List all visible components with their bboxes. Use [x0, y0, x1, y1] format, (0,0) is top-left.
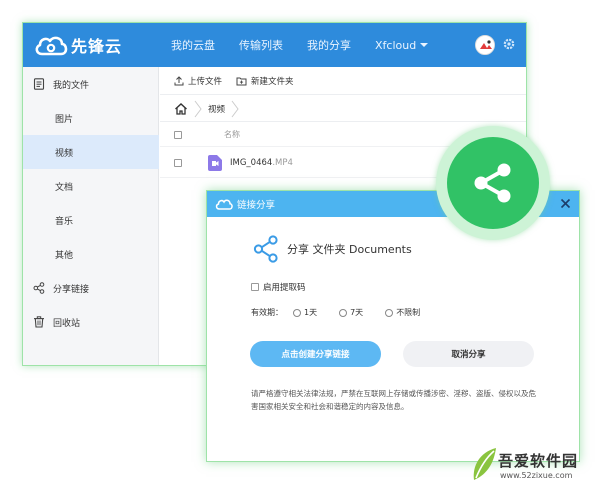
validity-option-7days[interactable]: 7天 — [339, 307, 363, 318]
validity-label: 有效期： — [251, 308, 283, 317]
share-icon — [474, 163, 511, 203]
breadcrumb: 视频 — [160, 96, 526, 122]
chevron-right-icon — [231, 100, 239, 117]
sidebar-item-label: 音乐 — [55, 216, 74, 227]
nav-transfer-list[interactable]: 传输列表 — [239, 37, 283, 53]
extract-code-label: 启用提取码 — [263, 283, 306, 293]
share-badge — [436, 126, 550, 240]
share-icon — [33, 282, 45, 294]
sidebar-item-label: 我的文件 — [53, 80, 90, 91]
home-icon[interactable] — [174, 102, 188, 116]
close-icon[interactable] — [560, 198, 571, 209]
nav-my-shares[interactable]: 我的分享 — [307, 37, 351, 53]
sidebar-item-my-files[interactable]: 我的文件 — [23, 67, 159, 101]
file-name[interactable]: IMG_0464.MP4 — [230, 158, 293, 168]
folder-plus-icon — [236, 77, 247, 85]
top-bar: 先锋云 我的云盘 传输列表 我的分享 Xfcloud — [23, 23, 526, 67]
sidebar-item-label: 回收站 — [53, 318, 81, 329]
radio-button[interactable] — [339, 308, 348, 317]
sidebar-item-label: 分享链接 — [53, 284, 90, 295]
top-nav: 我的云盘 传输列表 我的分享 Xfcloud — [171, 23, 452, 67]
file-extension: .MP4 — [272, 157, 293, 168]
radio-button[interactable] — [385, 308, 394, 317]
watermark-url: www.52zixue.com — [500, 471, 573, 480]
new-folder-button-label: 新建文件夹 — [251, 76, 294, 87]
upload-button[interactable]: 上传文件 — [174, 75, 222, 87]
sidebar: 我的文件 图片 视频 文档 音乐 其他 分享链接 回收站 — [23, 67, 159, 365]
watermark-title: 吾爱软件园 — [498, 452, 579, 470]
sidebar-item-label: 图片 — [55, 114, 74, 125]
validity-options: 有效期： 1天 7天 不限制 — [251, 307, 420, 318]
gear-icon[interactable] — [502, 37, 516, 51]
column-header-name[interactable]: 名称 — [224, 129, 240, 140]
select-all-checkbox[interactable] — [174, 130, 182, 139]
breadcrumb-current[interactable]: 视频 — [208, 103, 225, 115]
caret-down-icon — [420, 43, 429, 47]
legal-notice: 请严格遵守相关法律法规，严禁在互联网上存储或传播涉密、淫秽、盗版、侵权以及危害国… — [251, 389, 536, 411]
sidebar-item-label: 文档 — [55, 182, 74, 193]
video-file-icon — [208, 155, 222, 171]
file-name-base: IMG_0464 — [230, 157, 273, 168]
upload-button-label: 上传文件 — [188, 76, 223, 87]
share-target-label: 分享 文件夹 Documents — [287, 243, 412, 256]
share-badge-inner — [447, 137, 539, 229]
sidebar-item-label: 视频 — [55, 148, 74, 159]
validity-option-unlimited[interactable]: 不限制 — [385, 307, 420, 318]
watermark: 吾爱软件园 www.52zixue.com — [468, 444, 600, 488]
logo-text: 先锋云 — [71, 37, 123, 56]
dialog-title: 链接分享 — [237, 200, 276, 211]
avatar[interactable] — [475, 35, 495, 55]
share-icon — [253, 235, 278, 263]
sidebar-item-images[interactable]: 图片 — [23, 101, 159, 135]
row-checkbox[interactable] — [174, 158, 182, 167]
sidebar-item-documents[interactable]: 文档 — [23, 169, 159, 203]
new-folder-button[interactable]: 新建文件夹 — [236, 75, 294, 87]
upload-icon — [174, 75, 184, 85]
cancel-share-button[interactable]: 取消分享 — [403, 341, 534, 367]
sidebar-item-recycle-bin[interactable]: 回收站 — [23, 305, 159, 339]
trash-icon — [34, 316, 44, 328]
file-toolbar: 上传文件 新建文件夹 — [160, 67, 526, 95]
cloud-logo-icon — [35, 36, 68, 56]
validity-option-label: 不限制 — [396, 308, 421, 317]
sidebar-item-share-links[interactable]: 分享链接 — [23, 271, 159, 305]
cloud-icon — [215, 199, 233, 210]
create-share-link-button[interactable]: 点击创建分享链接 — [250, 341, 381, 367]
chevron-right-icon — [194, 100, 202, 117]
extract-code-checkbox[interactable] — [251, 283, 259, 291]
user-menu-label: Xfcloud — [375, 38, 417, 52]
validity-option-1day[interactable]: 1天 — [293, 307, 317, 318]
extract-code-option[interactable]: 启用提取码 — [251, 281, 306, 293]
validity-option-label: 1天 — [304, 308, 318, 317]
radio-button[interactable] — [293, 308, 301, 317]
user-menu[interactable]: Xfcloud — [375, 38, 429, 52]
share-target: 分享 文件夹 Documents — [253, 235, 412, 263]
document-icon — [33, 78, 45, 90]
logo[interactable]: 先锋云 — [33, 32, 122, 58]
sidebar-item-music[interactable]: 音乐 — [23, 203, 159, 237]
leaf-logo-icon — [473, 448, 496, 480]
validity-option-label: 7天 — [350, 308, 364, 317]
sidebar-item-other[interactable]: 其他 — [23, 237, 159, 271]
nav-my-drive[interactable]: 我的云盘 — [171, 37, 215, 53]
sidebar-item-label: 其他 — [55, 250, 74, 261]
sidebar-item-videos[interactable]: 视频 — [23, 135, 159, 169]
avatar-image-icon — [476, 36, 494, 54]
